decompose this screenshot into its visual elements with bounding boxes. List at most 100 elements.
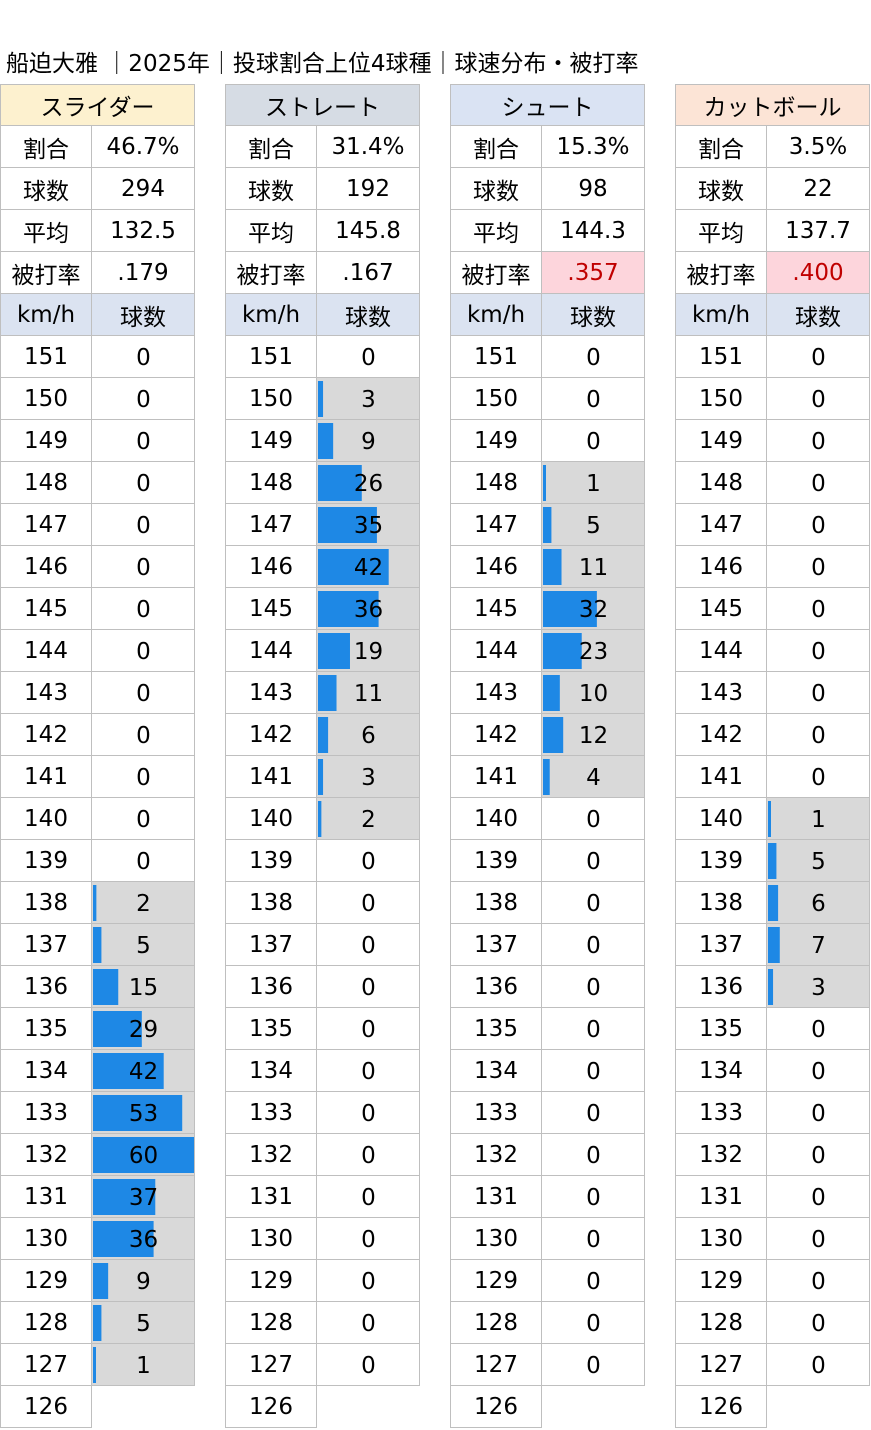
speed-label: 131: [450, 1176, 542, 1218]
speed-label: 137: [225, 924, 317, 966]
count-column-header: 球数: [767, 294, 870, 336]
pitch-count-label: 0: [361, 1353, 376, 1379]
speed-bar: [93, 885, 97, 921]
speed-label: 135: [675, 1008, 767, 1050]
speed-label: 146: [450, 546, 542, 588]
pitch-count-label: 0: [586, 1017, 601, 1043]
speed-label: 150: [450, 378, 542, 420]
speed-bar: [318, 801, 322, 837]
pitch-count-label: 0: [361, 1143, 376, 1169]
speed-label: 144: [450, 630, 542, 672]
pitch-count-label: 37: [129, 1185, 158, 1211]
pitch-count-label: 0: [586, 429, 601, 455]
speed-label: 143: [450, 672, 542, 714]
speed-bar: [768, 885, 779, 921]
stat-value-count: 98: [542, 168, 645, 210]
pitch-count-label: 0: [586, 807, 601, 833]
pitch-count-label: 7: [811, 933, 826, 959]
pitch-count-label: 0: [811, 513, 826, 539]
pitch-count-label: 0: [361, 1227, 376, 1253]
speed-label: 145: [450, 588, 542, 630]
pitch-count-label: 0: [361, 1311, 376, 1337]
stat-label-ba: 被打率: [450, 252, 542, 294]
pitch-count-label: 36: [354, 597, 383, 623]
pitch-count-label: 0: [811, 723, 826, 749]
pitch-count-label: 0: [811, 1311, 826, 1337]
speed-label: 143: [675, 672, 767, 714]
pitch-count-label: 0: [811, 597, 826, 623]
speed-label: 148: [450, 462, 542, 504]
speed-label: 151: [450, 336, 542, 378]
pitch-name-header: シュート: [450, 84, 645, 126]
pitch-count-label: 0: [136, 471, 151, 497]
pitch-count-label: 0: [136, 765, 151, 791]
pitch-count-label: 5: [586, 513, 601, 539]
stat-value-avg: 132.5: [92, 210, 195, 252]
count-column-header: 球数: [92, 294, 195, 336]
stat-value-ratio: 46.7%: [92, 126, 195, 168]
stat-value-ratio: 3.5%: [767, 126, 870, 168]
pitch-count-label: 0: [361, 1017, 376, 1043]
speed-label: 129: [450, 1260, 542, 1302]
speed-label: 128: [675, 1302, 767, 1344]
speed-bar: [93, 1347, 96, 1383]
stat-label-ratio: 割合: [225, 126, 317, 168]
speed-label: 138: [0, 882, 92, 924]
pitch-count-label: 3: [361, 765, 376, 791]
speed-label: 127: [0, 1344, 92, 1386]
speed-label: 127: [450, 1344, 542, 1386]
pitch-name-header: カットボール: [675, 84, 870, 126]
count-column-header: 球数: [317, 294, 420, 336]
pitch-count-label: 0: [136, 429, 151, 455]
speed-bar: [93, 1263, 109, 1299]
pitch-count-label: 1: [136, 1353, 151, 1379]
speed-label: 133: [0, 1092, 92, 1134]
pitch-count-label: 42: [354, 555, 383, 581]
speed-bar: [543, 759, 550, 795]
pitch-count-label: 0: [136, 597, 151, 623]
pitch-count-label: 0: [136, 387, 151, 413]
pitch-count-label: 6: [811, 891, 826, 917]
speed-label: 141: [675, 756, 767, 798]
pitch-count-label: 5: [136, 933, 151, 959]
pitch-count-label: 2: [136, 891, 151, 917]
pitch-count-label: 0: [811, 1353, 826, 1379]
speed-label: 126: [225, 1386, 317, 1428]
speed-label: 128: [225, 1302, 317, 1344]
speed-label: 132: [450, 1134, 542, 1176]
speed-label: 145: [675, 588, 767, 630]
speed-label: 138: [225, 882, 317, 924]
pitch-count-label: 0: [811, 681, 826, 707]
stat-value-ba: .167: [317, 252, 420, 294]
pitch-count-label: 0: [136, 849, 151, 875]
pitch-count-label: 11: [579, 555, 608, 581]
speed-bar: [768, 969, 774, 1005]
count-column-header: 球数: [542, 294, 645, 336]
speed-label: 129: [675, 1260, 767, 1302]
pitch-count-label: 0: [136, 555, 151, 581]
pitch-count-label: 1: [811, 807, 826, 833]
speed-label: 147: [225, 504, 317, 546]
pitch-count-label: 0: [811, 639, 826, 665]
stat-value-ratio: 15.3%: [542, 126, 645, 168]
pitch-count-label: 3: [811, 975, 826, 1001]
speed-label: 129: [0, 1260, 92, 1302]
stat-value-ba: .400: [767, 252, 870, 294]
pitch-count-label: 0: [586, 387, 601, 413]
speed-bar: [543, 633, 582, 669]
speed-label: 131: [225, 1176, 317, 1218]
pitch-count-label: 0: [586, 891, 601, 917]
speed-bar: [768, 927, 780, 963]
speed-label: 132: [675, 1134, 767, 1176]
pitch-count-label: 0: [586, 345, 601, 371]
speed-label: 142: [225, 714, 317, 756]
stat-value-ba: .179: [92, 252, 195, 294]
speed-label: 146: [225, 546, 317, 588]
speed-label: 147: [675, 504, 767, 546]
stat-value-avg: 145.8: [317, 210, 420, 252]
stat-label-ratio: 割合: [450, 126, 542, 168]
kmh-column-header: km/h: [0, 294, 92, 336]
pitch-count-label: 19: [354, 639, 383, 665]
speed-histogram: 00000000000156730000000000: [767, 336, 870, 1386]
pitch-count-label: 0: [811, 1227, 826, 1253]
